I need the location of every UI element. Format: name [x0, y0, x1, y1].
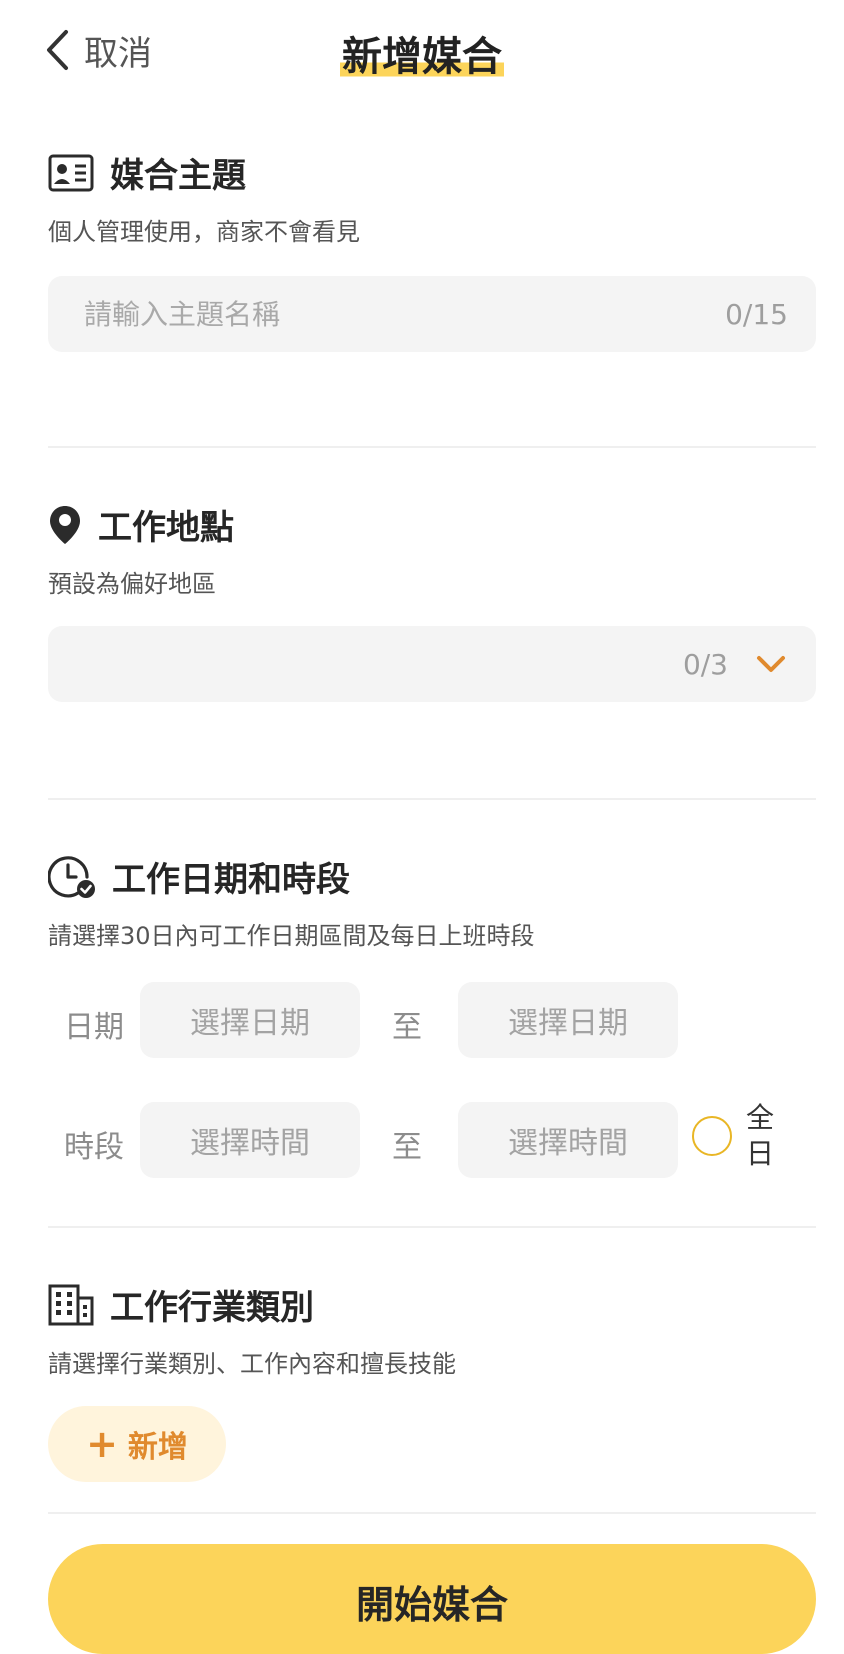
location-counter: 0/3 [682, 647, 728, 681]
divider [48, 1512, 816, 1514]
start-matching-button[interactable]: 開始媒合 [48, 1544, 816, 1654]
schedule-title: 工作日期和時段 [112, 860, 350, 900]
time-start-picker[interactable]: 選擇時間 [140, 1102, 360, 1178]
location-subtitle: 預設為偏好地區 [48, 570, 216, 598]
topic-field[interactable]: 0/15 [48, 276, 816, 352]
topic-char-counter: 0/15 [725, 297, 788, 331]
industry-title: 工作行業類別 [110, 1288, 314, 1328]
all-day-label: 全日 [746, 1101, 775, 1170]
date-end-picker[interactable]: 選擇日期 [458, 982, 678, 1058]
topic-subtitle: 個人管理使用，商家不會看見 [48, 218, 360, 246]
location-dropdown[interactable]: 0/3 [48, 626, 816, 702]
divider [48, 1226, 816, 1228]
add-industry-button[interactable]: + 新增 [48, 1406, 226, 1482]
building-icon [48, 1284, 94, 1325]
time-end-picker[interactable]: 選擇時間 [458, 1102, 678, 1178]
industry-subtitle: 請選擇行業類別、工作內容和擅長技能 [48, 1350, 456, 1378]
all-day-option[interactable]: 全日 [692, 1100, 776, 1172]
start-matching-label: 開始媒合 [355, 1583, 508, 1627]
schedule-section-header: 工作日期和時段 [48, 852, 350, 901]
location-title: 工作地點 [98, 508, 234, 548]
all-day-radio[interactable] [692, 1116, 732, 1156]
topic-name-input[interactable] [82, 296, 646, 332]
topic-title: 媒合主題 [110, 156, 246, 196]
time-label: 時段 [64, 1130, 124, 1165]
topic-section-header: 媒合主題 [48, 148, 246, 197]
page-title: 新增媒合 [340, 34, 504, 80]
date-label: 日期 [64, 1010, 124, 1045]
location-section-header: 工作地點 [48, 500, 234, 549]
date-to-label: 至 [392, 1010, 422, 1045]
schedule-subtitle: 請選擇30日內可工作日期區間及每日上班時段 [48, 922, 535, 950]
add-industry-label: 新增 [127, 1430, 188, 1465]
time-to-label: 至 [392, 1130, 422, 1165]
industry-section-header: 工作行業類別 [48, 1280, 314, 1329]
clock-check-icon [48, 855, 95, 898]
divider [48, 446, 816, 448]
id-card-icon [48, 154, 94, 191]
chevron-down-icon [757, 656, 785, 672]
plus-icon: + [86, 1422, 118, 1466]
divider [48, 798, 816, 800]
date-start-picker[interactable]: 選擇日期 [140, 982, 360, 1058]
location-pin-icon [50, 505, 80, 544]
